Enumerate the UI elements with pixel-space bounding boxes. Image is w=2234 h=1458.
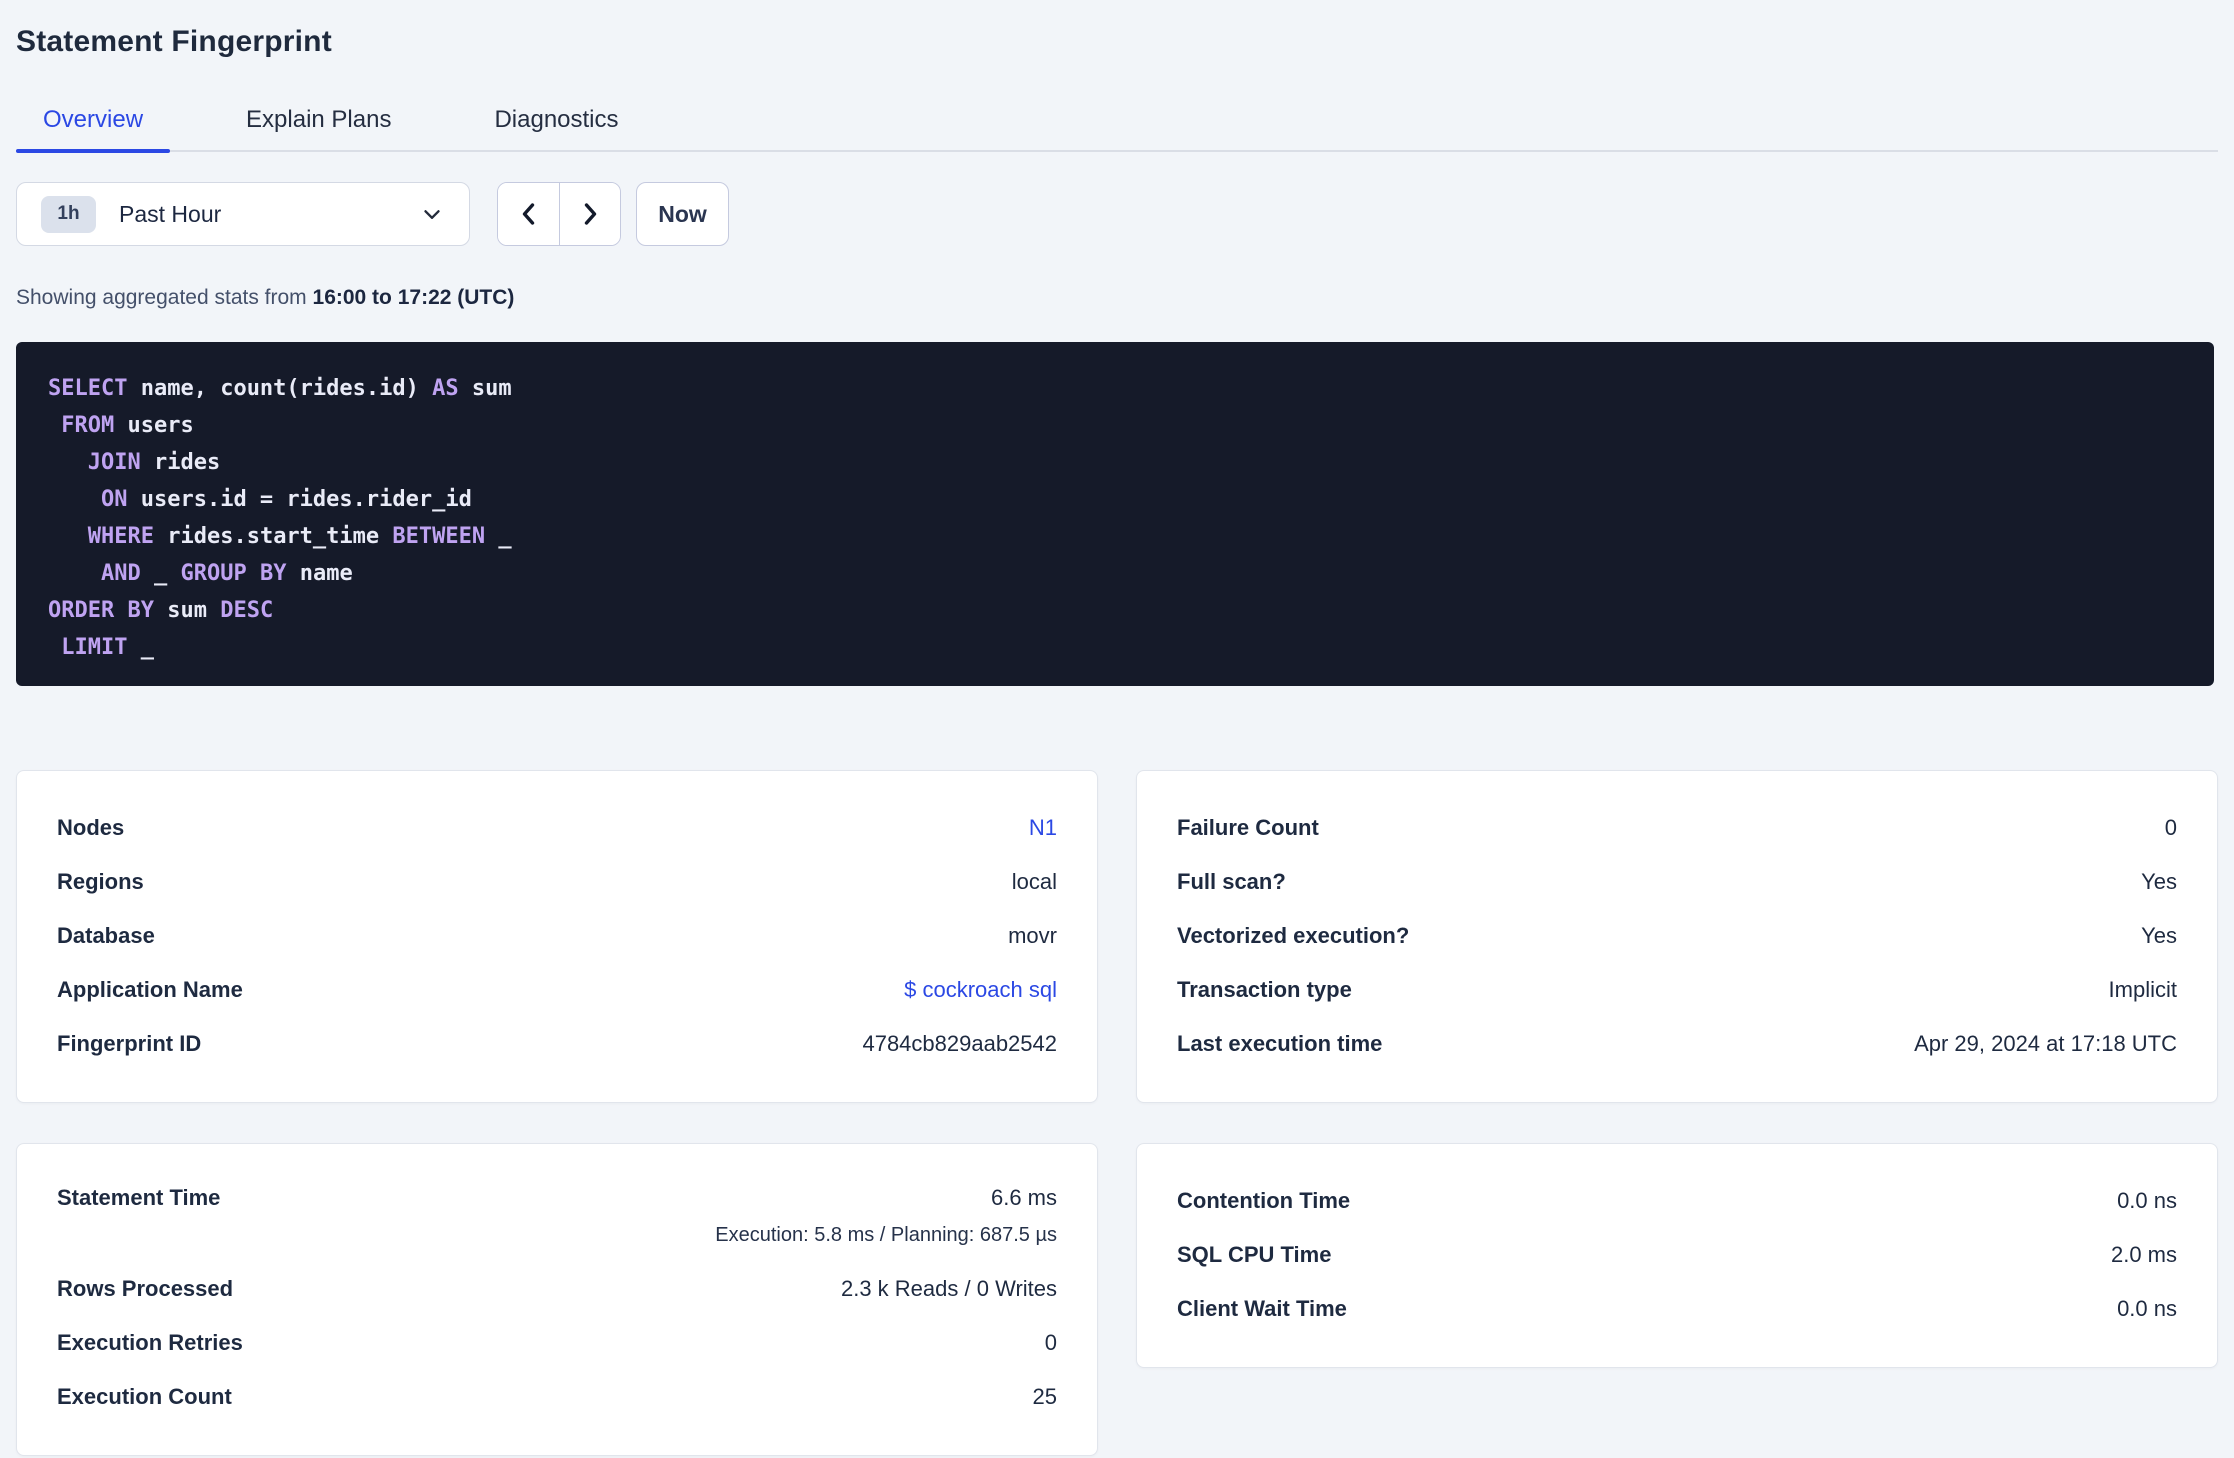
row-value: Implicit <box>2108 977 2177 1002</box>
sql-line: ORDER BY sum DESC <box>48 598 274 623</box>
tab-overview[interactable]: Overview <box>16 102 171 153</box>
table-row: Full scan? Yes <box>1177 855 2177 909</box>
caption-prefix: Showing aggregated stats from <box>16 286 313 309</box>
aggregated-stats-caption: Showing aggregated stats from 16:00 to 1… <box>16 286 2218 310</box>
top-cards-grid: Nodes N1 Regions local Database movr App… <box>16 770 2218 1103</box>
table-row: Rows Processed 2.3 k Reads / 0 Writes <box>57 1262 1057 1316</box>
statement-time-value: 6.6 ms <box>990 1185 1057 1210</box>
tab-bar: Overview Explain Plans Diagnostics <box>16 102 2218 153</box>
row-value: 2.3 k Reads / 0 Writes <box>840 1276 1057 1301</box>
row-value: 0.0 ns <box>2117 1296 2177 1321</box>
row-label: Last execution time <box>1177 1031 1383 1056</box>
table-row: Execution Count 25 <box>57 1370 1057 1424</box>
row-value: 0.0 ns <box>2117 1188 2177 1213</box>
row-label: Fingerprint ID <box>57 1031 202 1056</box>
bottom-cards-grid: Statement Time 6.6 ms Execution: 5.8 ms … <box>16 1143 2218 1456</box>
table-row: Database movr <box>57 909 1057 963</box>
row-value: Yes <box>2141 923 2177 948</box>
row-value: 25 <box>1032 1384 1057 1409</box>
nodes-link[interactable]: N1 <box>1029 815 1057 841</box>
chevron-down-icon <box>419 201 445 227</box>
table-row: Execution Retries 0 <box>57 1316 1057 1370</box>
row-label: Full scan? <box>1177 869 1286 894</box>
row-value: 0 <box>2164 815 2177 840</box>
sql-line: SELECT name, count(rides.id) AS sum <box>48 376 512 401</box>
row-label: Application Name <box>57 977 243 1002</box>
table-row: Failure Count 0 <box>1177 801 2177 855</box>
time-controls: 1h Past Hour Now <box>16 182 2218 246</box>
wait-times-card: Contention Time 0.0 ns SQL CPU Time 2.0 … <box>1136 1143 2218 1368</box>
sql-line: AND _ GROUP BY name <box>100 561 353 586</box>
row-value: Yes <box>2141 869 2177 894</box>
statement-details-card: Nodes N1 Regions local Database movr App… <box>16 770 1098 1103</box>
table-row: Fingerprint ID 4784cb829aab2542 <box>57 1017 1057 1071</box>
row-label: SQL CPU Time <box>1177 1242 1332 1267</box>
row-label: Vectorized execution? <box>1177 923 1410 948</box>
sql-line: ON users.id = rides.rider_id <box>100 487 472 512</box>
tab-explain-plans[interactable]: Explain Plans <box>219 102 418 150</box>
row-value: local <box>1011 869 1057 894</box>
row-label: Nodes <box>57 815 125 840</box>
table-row: Regions local <box>57 855 1057 909</box>
table-row: Contention Time 0.0 ns <box>1177 1174 2177 1228</box>
row-value: 4784cb829aab2542 <box>862 1031 1057 1056</box>
row-value: 2.0 ms <box>2110 1242 2177 1267</box>
sql-statement-box: SELECT name, count(rides.id) AS sum FROM… <box>16 342 2214 686</box>
statement-time-row: Statement Time 6.6 ms Execution: 5.8 ms … <box>57 1174 1057 1262</box>
row-label: Client Wait Time <box>1177 1296 1347 1321</box>
previous-time-button[interactable] <box>498 183 559 245</box>
row-label: Statement Time <box>57 1185 221 1210</box>
statement-time-value-block: 6.6 ms Execution: 5.8 ms / Planning: 687… <box>715 1174 1057 1249</box>
row-label: Contention Time <box>1177 1188 1351 1213</box>
caption-range: 16:00 to 17:22 (UTC) <box>312 286 515 309</box>
chevron-right-icon <box>578 201 602 227</box>
sql-line: FROM users <box>61 413 194 438</box>
time-pager <box>497 182 621 246</box>
table-row: Vectorized execution? Yes <box>1177 909 2177 963</box>
row-label: Execution Count <box>57 1384 232 1409</box>
now-button[interactable]: Now <box>636 182 729 246</box>
row-label: Execution Retries <box>57 1330 243 1355</box>
time-range-badge: 1h <box>41 195 96 233</box>
row-value: Apr 29, 2024 at 17:18 UTC <box>1914 1031 2177 1056</box>
table-row: Client Wait Time 0.0 ns <box>1177 1282 2177 1336</box>
table-row: Transaction type Implicit <box>1177 963 2177 1017</box>
table-row: Nodes N1 <box>57 801 1057 855</box>
row-value: 0 <box>1044 1330 1057 1355</box>
execution-attributes-card: Failure Count 0 Full scan? Yes Vectorize… <box>1136 770 2218 1103</box>
time-range-label: Past Hour <box>119 200 222 227</box>
sql-line: WHERE rides.start_time BETWEEN _ <box>87 524 512 549</box>
row-label: Rows Processed <box>57 1276 234 1301</box>
application-name-link[interactable]: $ cockroach sql <box>904 977 1057 1003</box>
statement-fingerprint-page: Statement Fingerprint Overview Explain P… <box>0 24 2234 1456</box>
table-row: SQL CPU Time 2.0 ms <box>1177 1228 2177 1282</box>
row-label: Regions <box>57 869 144 894</box>
sql-line: LIMIT _ <box>61 635 154 660</box>
time-range-dropdown[interactable]: 1h Past Hour <box>16 182 470 246</box>
next-time-button[interactable] <box>559 183 620 245</box>
table-row: Last execution time Apr 29, 2024 at 17:1… <box>1177 1017 2177 1071</box>
chevron-left-icon <box>517 201 541 227</box>
statement-time-breakdown: Execution: 5.8 ms / Planning: 687.5 µs <box>715 1224 1057 1246</box>
sql-line: JOIN rides <box>87 450 221 475</box>
row-label: Failure Count <box>1177 815 1319 840</box>
page-title: Statement Fingerprint <box>16 25 332 58</box>
row-label: Transaction type <box>1177 977 1352 1002</box>
statement-timings-card: Statement Time 6.6 ms Execution: 5.8 ms … <box>16 1143 1098 1456</box>
row-value: movr <box>1008 923 1057 948</box>
table-row: Application Name $ cockroach sql <box>57 963 1057 1017</box>
tab-diagnostics[interactable]: Diagnostics <box>467 102 645 150</box>
row-label: Database <box>57 923 155 948</box>
